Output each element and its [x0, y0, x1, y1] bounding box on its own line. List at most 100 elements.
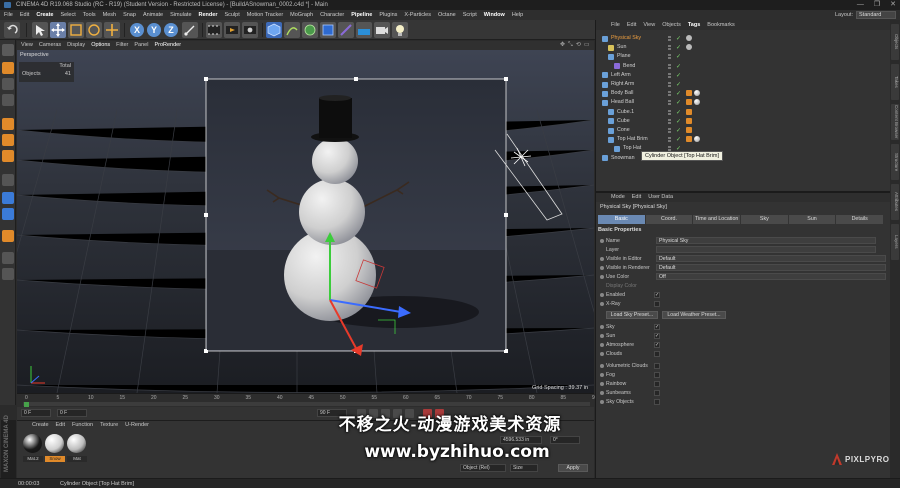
material-menu-function[interactable]: Function: [72, 421, 93, 430]
side-tab-structure[interactable]: Structure: [891, 144, 899, 180]
animate-bullet-icon[interactable]: [600, 400, 604, 404]
render-view-icon[interactable]: [206, 22, 222, 38]
material-tag-icon[interactable]: [694, 99, 700, 106]
material-label[interactable]: Mat: [67, 456, 87, 462]
orbit-icon[interactable]: ⟲: [576, 41, 581, 50]
menu-sculpt[interactable]: Sculpt: [224, 10, 239, 20]
subdivision-surface-icon[interactable]: [302, 22, 318, 38]
object-name[interactable]: Bend: [623, 62, 635, 71]
menu-help[interactable]: Help: [512, 10, 523, 20]
material-tag-icon[interactable]: [694, 136, 700, 143]
animate-bullet-icon[interactable]: [600, 364, 604, 368]
viewport-menu-display[interactable]: Display: [67, 41, 85, 50]
menu-edit[interactable]: Edit: [20, 10, 29, 20]
close-button[interactable]: ✕: [890, 0, 896, 10]
material-label[interactable]: Snow: [45, 456, 65, 462]
visibility-dots-icon[interactable]: [668, 128, 671, 133]
object-menu-bookmarks[interactable]: Bookmarks: [707, 20, 735, 30]
side-tab-takes[interactable]: Takes: [891, 64, 899, 100]
menu-octane[interactable]: Octane: [438, 10, 456, 20]
attribute-menu-mode[interactable]: Mode: [611, 193, 625, 202]
snapping-icon[interactable]: [2, 192, 14, 204]
visibility-dots-icon[interactable]: [668, 36, 671, 41]
tag-icon[interactable]: [686, 44, 692, 51]
pen-spline-icon[interactable]: [284, 22, 300, 38]
render-settings-icon[interactable]: [242, 22, 258, 38]
tag-icon[interactable]: [686, 35, 692, 41]
pan-icon[interactable]: ✥: [560, 41, 565, 50]
object-row[interactable]: Right Arm ✓: [596, 80, 891, 89]
phong-tag-icon[interactable]: [686, 117, 692, 124]
cube-object-icon[interactable]: [266, 22, 282, 38]
texture-mode-icon[interactable]: [2, 78, 14, 90]
object-menu-edit[interactable]: Edit: [627, 20, 636, 30]
menu-tools[interactable]: Tools: [83, 10, 96, 20]
side-tab-objects[interactable]: Objects: [891, 24, 899, 60]
coord-mode-dropdown[interactable]: Object (Rel): [460, 464, 506, 472]
object-row[interactable]: Left Arm ✓: [596, 71, 891, 80]
object-row[interactable]: Sun ✓: [596, 43, 891, 52]
menu-mesh[interactable]: Mesh: [103, 10, 116, 20]
visibility-dots-icon[interactable]: [668, 72, 671, 78]
toggle-checkbox[interactable]: [654, 399, 660, 405]
xray-checkbox[interactable]: [654, 301, 660, 307]
material-tag-icon[interactable]: [694, 90, 700, 97]
apply-button[interactable]: Apply: [558, 464, 588, 472]
environment-icon[interactable]: [356, 22, 372, 38]
menu-animate[interactable]: Animate: [143, 10, 163, 20]
animate-bullet-icon[interactable]: [600, 343, 604, 347]
material-menu-texture[interactable]: Texture: [100, 421, 118, 430]
name-field[interactable]: Physical Sky: [656, 237, 876, 244]
animate-bullet-icon[interactable]: [600, 257, 604, 261]
menu-window[interactable]: Window: [484, 10, 505, 20]
visibility-dots-icon[interactable]: [668, 54, 671, 60]
material-preview-snow[interactable]: [45, 434, 64, 453]
object-name[interactable]: Cube.1: [617, 108, 634, 117]
use-color-dropdown[interactable]: Off: [656, 273, 886, 280]
menu-script[interactable]: Script: [463, 10, 477, 20]
start-frame-field[interactable]: 0 F: [57, 409, 87, 417]
object-name[interactable]: Sun: [617, 43, 626, 52]
object-row[interactable]: Head Ball ✓: [596, 98, 891, 107]
viewport-menu-options[interactable]: Options: [91, 41, 110, 50]
attribute-menu-user-data[interactable]: User Data: [648, 193, 673, 202]
animate-bullet-icon[interactable]: [600, 239, 604, 243]
layout-dropdown[interactable]: Standard: [856, 11, 896, 19]
visibility-dots-icon[interactable]: [668, 100, 671, 106]
object-name[interactable]: Cube: [617, 117, 630, 126]
object-menu-objects[interactable]: Objects: [662, 20, 681, 30]
timeline-track[interactable]: [23, 402, 590, 406]
object-row[interactable]: Top Hat Brim ✓: [596, 135, 891, 144]
object-row[interactable]: Plane ✓: [596, 52, 891, 61]
stack-layer-icon[interactable]: [2, 268, 14, 280]
solo-icon[interactable]: [2, 208, 14, 220]
object-name[interactable]: Right Arm: [611, 80, 634, 89]
object-row[interactable]: Body Ball ✓: [596, 89, 891, 98]
model-mode-icon[interactable]: [2, 62, 14, 74]
visibility-dots-icon[interactable]: [668, 137, 671, 143]
visibility-dots-icon[interactable]: [668, 82, 671, 87]
material-preview-mat[interactable]: [67, 434, 86, 453]
x-axis-lock-button[interactable]: X: [130, 23, 144, 37]
render-to-picture-viewer-icon[interactable]: [224, 22, 240, 38]
visibility-dots-icon[interactable]: [668, 91, 671, 97]
live-selection-icon[interactable]: [32, 22, 48, 38]
visibility-dots-icon[interactable]: [668, 63, 671, 69]
enable-axis-icon[interactable]: [2, 174, 14, 186]
toggle-checkbox[interactable]: [654, 351, 660, 357]
menu-motion-tracker[interactable]: Motion Tracker: [247, 10, 283, 20]
load-weather-preset-button[interactable]: Load Weather Preset...: [662, 311, 726, 319]
polygons-mode-icon[interactable]: [2, 150, 14, 162]
layer-field[interactable]: [656, 246, 876, 253]
z-axis-lock-button[interactable]: Z: [164, 23, 178, 37]
menu-character[interactable]: Character: [320, 10, 344, 20]
object-name[interactable]: Head Ball: [611, 98, 634, 107]
make-editable-icon[interactable]: [2, 44, 14, 56]
array-generator-icon[interactable]: [320, 22, 336, 38]
side-tab-attributes[interactable]: Attributes: [891, 184, 899, 220]
menu-plugins[interactable]: Plugins: [379, 10, 397, 20]
animate-bullet-icon[interactable]: [600, 302, 604, 306]
toggle-checkbox[interactable]: ✓: [654, 333, 660, 339]
object-row[interactable]: Cone ✓: [596, 126, 891, 135]
toggle-checkbox[interactable]: [654, 390, 660, 396]
